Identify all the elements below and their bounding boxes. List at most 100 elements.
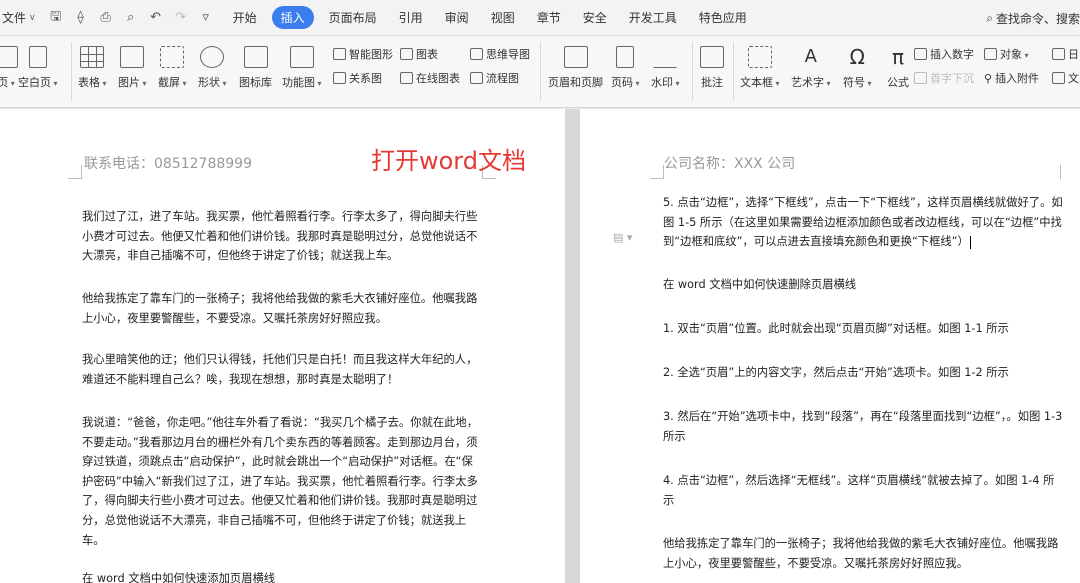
file-menu[interactable]: 文件 ∨	[0, 0, 40, 35]
save-icon[interactable]: 🖫	[48, 7, 64, 29]
screenshot-icon	[160, 46, 185, 68]
date-button[interactable]: 日	[1052, 46, 1079, 62]
redo-icon[interactable]: ↷	[173, 10, 189, 25]
online-chart-icon	[400, 72, 413, 84]
page-number-button[interactable]: 页码	[611, 46, 640, 90]
left-paragraph-1[interactable]: 我们过了江，进了车站。我买票，他忙着照看行李。行李太多了，得向脚夫行些小费才可过…	[82, 207, 482, 266]
online-chart-label: 在线图表	[416, 72, 460, 85]
blank-page-button[interactable]: 空白页	[18, 46, 58, 90]
overlay-caption: 打开word文档	[371, 147, 526, 175]
textbox-button[interactable]: 文本框	[740, 46, 780, 90]
insert-number-button[interactable]: 插入数字	[914, 46, 974, 62]
file-menu-label: 文件	[2, 11, 27, 25]
chart-label: 图表	[416, 48, 438, 61]
tab-home[interactable]: 开始	[222, 6, 268, 29]
date-icon	[1052, 48, 1065, 60]
header-footer-icon	[563, 46, 588, 68]
smart-shape-button[interactable]: 智能图形	[333, 46, 393, 62]
right-step-2[interactable]: 2. 全选“页眉”上的内容文字，然后点击“开始”选项卡。如图 1-2 所示	[663, 363, 1063, 383]
command-search[interactable]: ⌕ 查找命令、搜索	[986, 10, 1080, 27]
right-step-4[interactable]: 4. 点击“边框”，然后选择“无框线”。这样“页眉横线”就被去掉了。如图 1-4…	[663, 471, 1063, 510]
header-footer-label: 页眉和页脚	[548, 76, 603, 89]
text-button[interactable]: 文	[1052, 70, 1079, 86]
blank-page-icon	[28, 46, 47, 68]
picture-label: 图片	[118, 74, 147, 90]
online-chart-button[interactable]: 在线图表	[400, 70, 460, 86]
function-chart-label: 功能图	[282, 74, 322, 90]
right-step-3[interactable]: 3. 然后在“开始”选项卡中，找到“段落”，再在“段落里面找到“边框”，。如图 …	[663, 407, 1063, 446]
formula-button[interactable]: π 公式	[886, 46, 910, 90]
right-page[interactable]: 公司名称：XXX 公司	[580, 109, 1080, 583]
print-icon[interactable]: ⎙	[98, 10, 114, 25]
chart-button[interactable]: 图表	[400, 46, 438, 62]
tab-references[interactable]: 引用	[388, 6, 434, 29]
relation-icon	[333, 72, 346, 84]
more-icon[interactable]: ▿	[198, 10, 214, 25]
shape-icon	[200, 46, 225, 68]
left-paragraph-2[interactable]: 他给我拣定了靠车门的一张椅子；我将他给我做的紫毛大衣铺好座位。他嘱我路上小心，夜…	[82, 289, 482, 328]
tab-section[interactable]: 章节	[526, 6, 572, 29]
quick-access-toolbar: 🖫 ⟠ ⎙ ⌕ ↶ ↷ ▿	[40, 7, 222, 29]
screenshot-button[interactable]: 截屏	[158, 46, 187, 90]
dropcap-icon	[914, 72, 927, 84]
tab-security[interactable]: 安全	[572, 6, 618, 29]
right-paragraph-1-text: 5. 点击“边框”，选择“下框线”，点击一下“下框线”，这样页眉横线就做好了。如…	[663, 196, 1063, 249]
print-preview-icon[interactable]: ⌕	[123, 10, 139, 25]
shape-button[interactable]: 形状	[198, 46, 227, 90]
wordart-icon: A	[804, 46, 817, 67]
wordart-button[interactable]: A 艺术字	[791, 46, 831, 90]
flowchart-button[interactable]: 流程图	[470, 70, 519, 86]
tab-special[interactable]: 特色应用	[688, 6, 758, 29]
paperclip-icon: ⚲	[984, 71, 993, 85]
left-heading[interactable]: 在 word 文档中如何快速添加页眉横线	[82, 569, 482, 583]
left-paragraph-3[interactable]: 我心里暗笑他的迂；他们只认得钱，托他们只是白托！而且我这样大年纪的人，难道还不能…	[82, 350, 482, 389]
margin-corner	[1060, 165, 1074, 179]
table-button[interactable]: 表格	[78, 46, 107, 90]
tab-insert[interactable]: 插入	[271, 6, 314, 29]
comment-button[interactable]: 批注	[700, 46, 724, 90]
attachment-label: 插入附件	[995, 72, 1040, 85]
right-step-1[interactable]: 1. 双击“页眉”位置。此时就会出现“页眉页脚”对话框。如图 1-1 所示	[663, 319, 1063, 339]
dropcap-button[interactable]: 首字下沉	[914, 70, 974, 86]
textbox-icon	[747, 46, 772, 68]
textbox-label: 文本框	[740, 74, 780, 90]
smart-shape-icon	[333, 48, 346, 60]
watermark-label: 水印	[651, 74, 680, 90]
page-header[interactable]: 公司名称：XXX 公司	[664, 153, 795, 173]
dropcap-label: 首字下沉	[930, 72, 974, 85]
right-paragraph-last[interactable]: 他给我拣定了靠车门的一张椅子；我将他给我做的紫毛大衣铺好座位。他嘱我路上小心，夜…	[663, 534, 1063, 573]
page-icon	[0, 46, 18, 68]
icon-library-button[interactable]: 图标库	[239, 46, 272, 90]
page-button[interactable]: 页	[0, 46, 18, 90]
tab-view[interactable]: 视图	[480, 6, 526, 29]
relation-label: 关系图	[349, 72, 382, 85]
tab-review[interactable]: 审阅	[434, 6, 480, 29]
insert-attachment-button[interactable]: ⚲ 插入附件	[984, 70, 1039, 86]
relation-chart-button[interactable]: 关系图	[333, 70, 382, 86]
object-button[interactable]: 对象	[984, 46, 1029, 62]
undo-icon[interactable]: ↶	[148, 10, 164, 25]
number-icon	[914, 48, 927, 60]
tab-page-layout[interactable]: 页面布局	[318, 6, 388, 29]
format-painter-icon[interactable]: ⟠	[73, 10, 89, 25]
command-search-label: 查找命令、搜索	[995, 12, 1080, 26]
function-chart-button[interactable]: 功能图	[282, 46, 322, 90]
tab-developer[interactable]: 开发工具	[618, 6, 688, 29]
mind-map-label: 思维导图	[486, 48, 530, 61]
watermark-button[interactable]: 水印	[651, 46, 680, 90]
left-paragraph-4[interactable]: 我说道：“爸爸，你走吧。”他往车外看了看说：“我买几个橘子去。你就在此地，不要走…	[82, 413, 482, 550]
symbol-button[interactable]: Ω 符号	[843, 46, 872, 90]
header-footer-button[interactable]: 页眉和页脚	[548, 46, 603, 90]
mind-map-button[interactable]: 思维导图	[470, 46, 530, 62]
menu-bar: 文件 ∨ 🖫 ⟠ ⎙ ⌕ ↶ ↷ ▿ 开始 插入 页面布局 引用 审阅 视图 章…	[0, 0, 1080, 36]
page-gap	[565, 109, 580, 583]
date-label: 日	[1068, 48, 1079, 61]
picture-button[interactable]: 图片	[118, 46, 147, 90]
text-icon	[1052, 72, 1065, 84]
mind-map-icon	[470, 48, 483, 60]
text-label: 文	[1068, 72, 1079, 85]
paragraph-layout-icon[interactable]: ▤ ▾	[613, 231, 632, 244]
page-header[interactable]: 联系电话：08512788999	[84, 153, 252, 173]
right-paragraph-1[interactable]: 5. 点击“边框”，选择“下框线”，点击一下“下框线”，这样页眉横线就做好了。如…	[663, 193, 1063, 252]
right-heading[interactable]: 在 word 文档中如何快速删除页眉横线	[663, 275, 1063, 295]
